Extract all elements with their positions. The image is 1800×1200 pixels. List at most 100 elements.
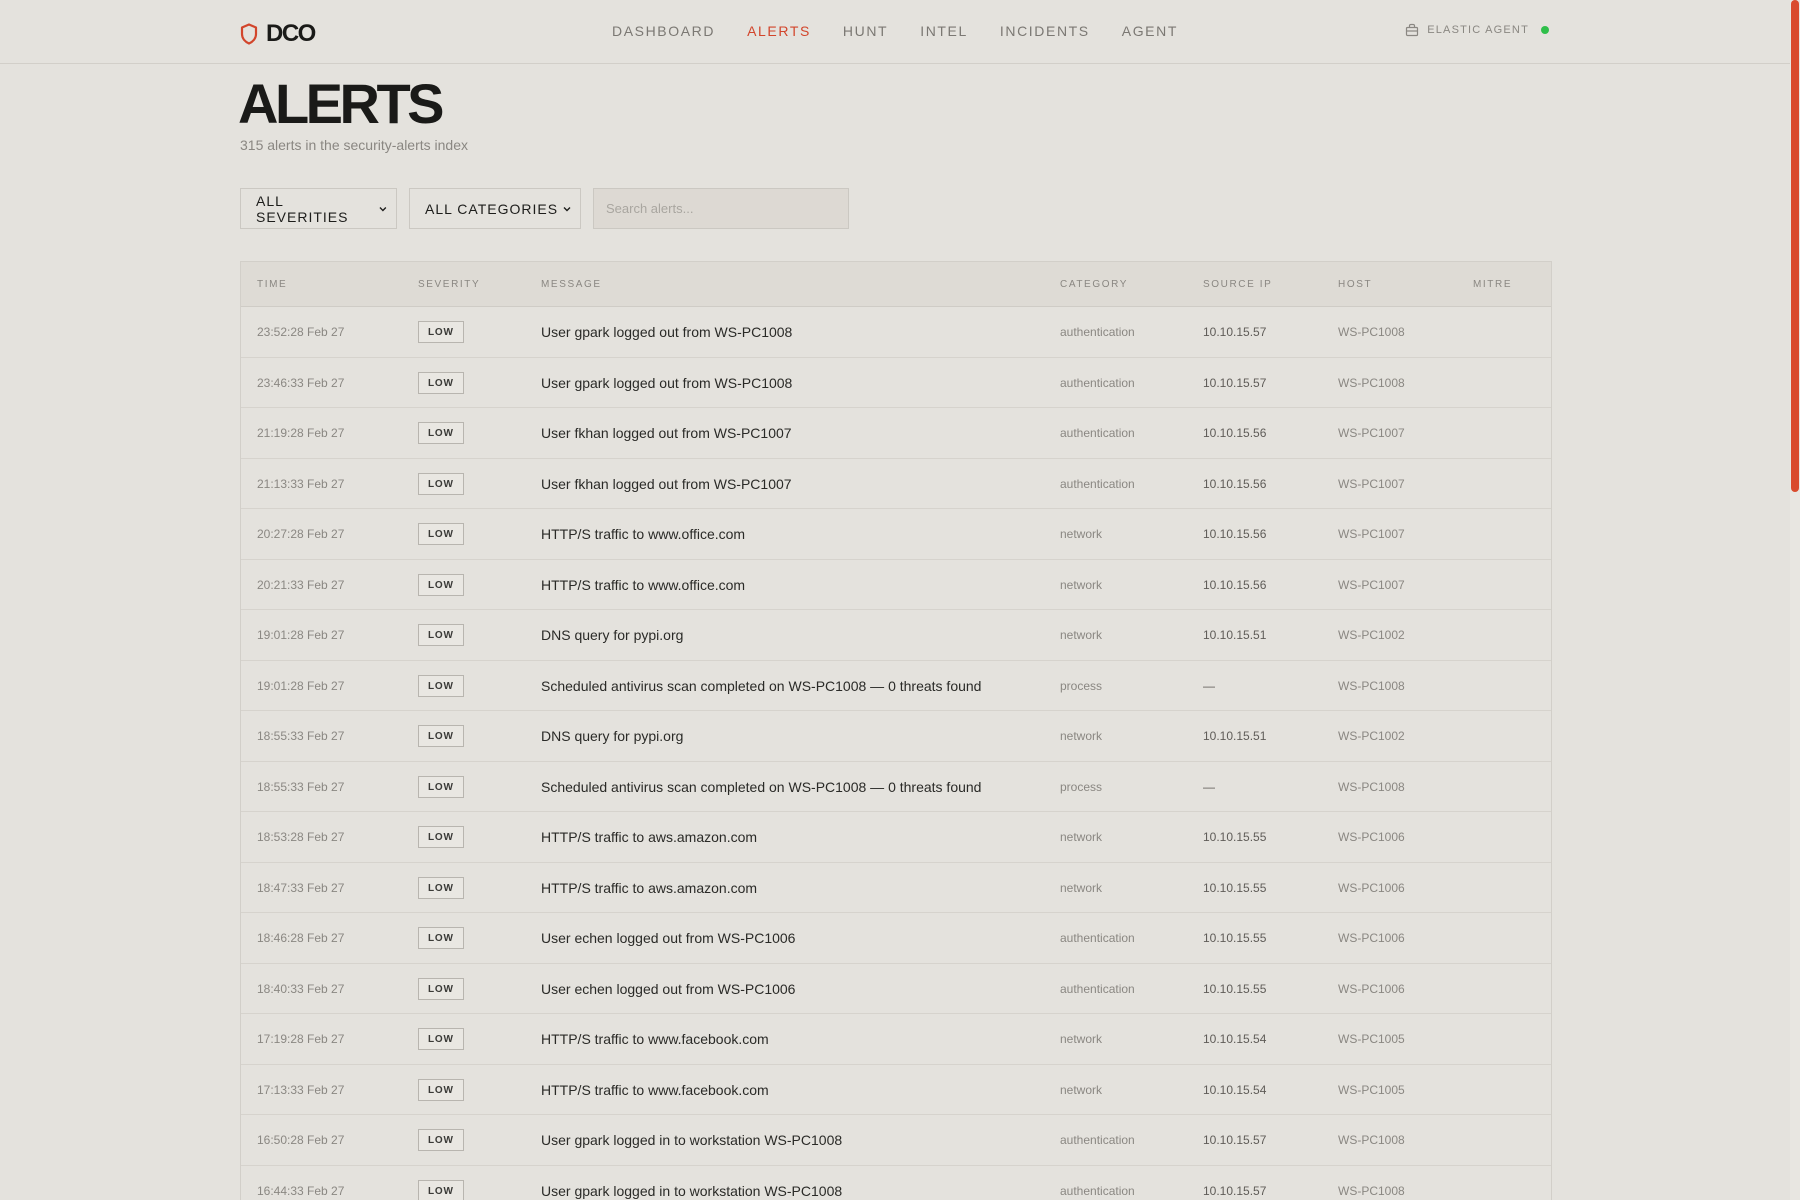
column-header-host[interactable]: HOST <box>1338 279 1372 290</box>
alert-severity: LOW <box>418 913 464 963</box>
alert-category: authentication <box>1060 1133 1135 1147</box>
nav-item-incidents[interactable]: INCIDENTS <box>1000 22 1090 40</box>
alert-message: HTTP/S traffic to aws.amazon.com <box>541 879 758 896</box>
severity-badge: LOW <box>418 321 464 343</box>
alert-severity: LOW <box>418 610 464 660</box>
nav-item-alerts[interactable]: ALERTS <box>747 22 811 40</box>
agent-status-dot <box>1541 26 1549 34</box>
alert-message: HTTP/S traffic to www.office.com <box>541 576 746 593</box>
alert-host: WS-PC1006 <box>1338 830 1405 844</box>
table-row[interactable]: 20:21:33 Feb 27 LOW HTTP/S traffic to www.… <box>241 560 1551 610</box>
alert-severity: LOW <box>418 408 464 458</box>
table-row[interactable]: 16:44:33 Feb 27 LOW User gpark logged in t… <box>241 1166 1551 1200</box>
alert-source-ip: 10.10.15.56 <box>1203 527 1267 541</box>
severity-badge: LOW <box>418 725 464 747</box>
nav-item-dashboard[interactable]: DASHBOARD <box>612 22 715 40</box>
page-scrollbar[interactable] <box>1790 0 1800 1200</box>
page-title: ALERTS <box>238 72 445 135</box>
alert-message: HTTP/S traffic to aws.amazon.com <box>541 829 758 845</box>
table-row[interactable]: 18:53:28 Feb 27 LOW HTTP/S traffic to aws.… <box>241 812 1551 863</box>
alert-category: network <box>1060 880 1103 895</box>
table-row[interactable]: 18:55:33 Feb 27 LOW DNS query for pypi.org… <box>241 711 1551 762</box>
alert-category: authentication <box>1060 981 1135 996</box>
alert-source-ip: 10.10.15.55 <box>1203 830 1267 844</box>
alert-host: WS-PC1008 <box>1338 779 1405 794</box>
alert-time: 17:19:28 Feb 27 <box>257 1032 345 1046</box>
nav-item-agent[interactable]: AGENT <box>1122 22 1178 40</box>
alert-source-ip: 10.10.15.55 <box>1203 880 1267 895</box>
alert-host: WS-PC1008 <box>1338 678 1405 693</box>
table-row[interactable]: 23:46:33 Feb 27 LOW User gpark logged out … <box>241 358 1551 408</box>
table-row[interactable]: 19:01:28 Feb 27 LOW Scheduled antivirus sc… <box>241 661 1551 711</box>
nav-item-intel[interactable]: INTEL <box>920 22 968 40</box>
alert-time: 18:47:33 Feb 27 <box>257 880 345 895</box>
alert-time: 18:46:28 Feb 27 <box>257 931 345 945</box>
severity-badge: LOW <box>418 826 464 848</box>
alert-message: Scheduled antivirus scan completed on WS… <box>541 677 982 694</box>
column-header-message[interactable]: MESSAGE <box>541 279 602 290</box>
table-row[interactable]: 23:52:28 Feb 27 LOW User gpark logged out … <box>241 307 1551 358</box>
alert-severity: LOW <box>418 863 464 913</box>
chevron-down-icon <box>379 206 387 211</box>
table-row[interactable]: 21:13:33 Feb 27 LOW User fkhan logged out … <box>241 459 1551 509</box>
table-row[interactable]: 18:47:33 Feb 27 LOW HTTP/S traffic to aws.… <box>241 863 1551 913</box>
alert-time: 19:01:28 Feb 27 <box>257 628 345 642</box>
alert-time: 18:55:33 Feb 27 <box>257 729 345 743</box>
alert-time: 21:19:28 Feb 27 <box>257 426 345 440</box>
table-row[interactable]: 17:19:28 Feb 27 LOW HTTP/S traffic to www.… <box>241 1014 1551 1065</box>
column-header-category[interactable]: CATEGORY <box>1060 279 1128 290</box>
alert-category: process <box>1060 678 1103 693</box>
brand-logo[interactable]: DCO <box>240 20 316 48</box>
alert-host: WS-PC1007 <box>1338 527 1405 541</box>
alert-source-ip: 10.10.15.55 <box>1203 931 1267 945</box>
table-row[interactable]: 21:19:28 Feb 27 LOW User fkhan logged out … <box>241 408 1551 459</box>
alert-host: WS-PC1008 <box>1338 1133 1405 1147</box>
alert-time: 21:13:33 Feb 27 <box>257 476 345 491</box>
severity-filter-select[interactable]: ALL SEVERITIES <box>240 188 397 229</box>
severity-badge: LOW <box>418 775 464 798</box>
category-filter-select[interactable]: ALL CATEGORIES <box>409 188 581 229</box>
alert-message: User fkhan logged out from WS-PC1007 <box>541 425 792 441</box>
alert-message: User gpark logged in to workstation WS-P… <box>541 1132 843 1148</box>
brand-name: DCO <box>266 20 316 47</box>
severity-badge: LOW <box>418 371 464 394</box>
nav-item-hunt[interactable]: HUNT <box>843 22 888 40</box>
column-header-severity[interactable]: SEVERITY <box>418 279 480 290</box>
alert-host: WS-PC1005 <box>1338 1032 1405 1046</box>
scrollbar-thumb[interactable] <box>1791 0 1799 492</box>
alert-source-ip: 10.10.15.56 <box>1203 577 1267 592</box>
column-header-time[interactable]: TIME <box>257 279 287 290</box>
alert-host: WS-PC1005 <box>1338 1082 1405 1097</box>
table-row[interactable]: 20:27:28 Feb 27 LOW HTTP/S traffic to www.… <box>241 509 1551 560</box>
table-row[interactable]: 18:55:33 Feb 27 LOW Scheduled antivirus sc… <box>241 762 1551 812</box>
alert-category: authentication <box>1060 375 1135 390</box>
alert-message: User gpark logged out from WS-PC1008 <box>541 324 793 340</box>
alert-host: WS-PC1008 <box>1338 1183 1405 1198</box>
alert-time: 23:52:28 Feb 27 <box>257 325 345 339</box>
column-header-mitre[interactable]: MITRE <box>1473 279 1512 290</box>
search-alerts-input[interactable] <box>593 188 849 229</box>
alert-time: 18:55:33 Feb 27 <box>257 779 345 794</box>
alert-severity: LOW <box>418 509 464 559</box>
filter-bar: ALL SEVERITIES ALL CATEGORIES <box>240 188 849 229</box>
agent-status[interactable]: ELASTIC AGENT <box>1405 23 1549 37</box>
table-row[interactable]: 17:13:33 Feb 27 LOW HTTP/S traffic to www.… <box>241 1065 1551 1115</box>
alert-category: authentication <box>1060 476 1135 491</box>
table-row[interactable]: 18:46:28 Feb 27 LOW User echen logged out … <box>241 913 1551 964</box>
alert-source-ip: 10.10.15.55 <box>1203 981 1267 996</box>
alert-severity: LOW <box>418 1065 464 1115</box>
category-filter-value: ALL CATEGORIES <box>425 200 559 217</box>
alert-time: 23:46:33 Feb 27 <box>257 375 345 390</box>
alert-severity: LOW <box>418 459 464 509</box>
table-row[interactable]: 16:50:28 Feb 27 LOW User gpark logged in t… <box>241 1115 1551 1166</box>
severity-badge: LOW <box>418 1129 464 1151</box>
alert-source-ip: 10.10.15.56 <box>1203 476 1267 491</box>
table-row[interactable]: 18:40:33 Feb 27 LOW User echen logged out … <box>241 964 1551 1014</box>
alert-category: authentication <box>1060 1183 1135 1198</box>
alert-category: network <box>1060 729 1103 743</box>
table-row[interactable]: 19:01:28 Feb 27 LOW DNS query for pypi.org… <box>241 610 1551 661</box>
alert-message: User echen logged out from WS-PC1006 <box>541 980 796 997</box>
column-header-source-ip[interactable]: SOURCE IP <box>1203 279 1272 290</box>
alert-message: User gpark logged in to workstation WS-P… <box>541 1182 843 1199</box>
alert-category: process <box>1060 779 1103 794</box>
